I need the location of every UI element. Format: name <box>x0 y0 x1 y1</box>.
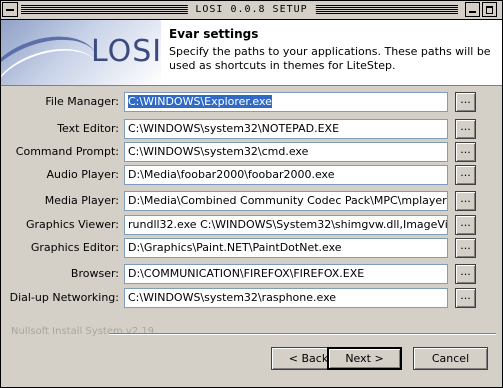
graphics-viewer-browse-button[interactable]: ... <box>455 215 476 235</box>
page-description: Specify the paths to your applications. … <box>169 45 491 72</box>
page-title: Evar settings <box>169 27 259 41</box>
text-editor-browse-button[interactable]: ... <box>455 119 476 139</box>
text-editor-input[interactable]: C:\WINDOWS\system32\NOTEPAD.EXE <box>124 119 448 139</box>
audio-player-browse-button[interactable]: ... <box>455 165 476 185</box>
installer-window: LOSI 0.0.8 SETUP LOSI Evar settings Spec… <box>0 0 503 388</box>
title-bar[interactable]: LOSI 0.0.8 SETUP <box>1 1 502 20</box>
browser-browse-button[interactable]: ... <box>455 264 476 284</box>
media-player-browse-button[interactable]: ... <box>455 191 476 211</box>
media-player-label: Media Player: <box>44 194 119 207</box>
graphics-editor-label: Graphics Editor: <box>30 241 119 254</box>
dialup-networking-label: Dial-up Networking: <box>9 291 119 304</box>
command-prompt-input[interactable]: C:\WINDOWS\system32\cmd.exe <box>124 142 448 162</box>
header-panel: LOSI Evar settings Specify the paths to … <box>1 20 502 86</box>
losi-logo: LOSI <box>1 20 161 85</box>
system-menu-button[interactable] <box>2 2 18 17</box>
graphics-editor-input[interactable]: D:\Graphics\Paint.NET\PaintDotNet.exe <box>124 238 448 258</box>
file-manager-label: File Manager: <box>45 95 119 108</box>
cancel-button[interactable]: Cancel <box>413 347 488 370</box>
graphics-viewer-input[interactable]: rundll32.exe C:\WINDOWS\System32\shimgvw… <box>124 215 448 235</box>
file-manager-input[interactable]: C:\WINDOWS\Explorer.exe <box>124 92 448 112</box>
dialup-networking-browse-button[interactable]: ... <box>455 288 476 308</box>
footer-divider <box>109 333 496 335</box>
audio-player-input[interactable]: D:\Media\foobar2000\foobar2000.exe <box>124 165 448 185</box>
media-player-input[interactable]: D:\Media\Combined Community Codec Pack\M… <box>124 191 448 211</box>
maximize-button[interactable] <box>482 2 497 17</box>
command-prompt-label: Command Prompt: <box>15 145 119 158</box>
logo-text: LOSI <box>91 34 161 69</box>
file-manager-browse-button[interactable]: ... <box>455 92 476 112</box>
audio-player-label: Audio Player: <box>46 168 119 181</box>
graphics-viewer-label: Graphics Viewer: <box>26 218 119 231</box>
browser-label: Browser: <box>70 267 119 280</box>
window-title: LOSI 0.0.8 SETUP <box>187 2 316 17</box>
next-button[interactable]: Next > <box>327 347 402 370</box>
nsis-branding-text: Nullsoft Install System v2.19 <box>11 326 155 337</box>
dialup-networking-input[interactable]: C:\WINDOWS\system32\rasphone.exe <box>124 288 448 308</box>
graphics-editor-browse-button[interactable]: ... <box>455 238 476 258</box>
command-prompt-browse-button[interactable]: ... <box>455 142 476 162</box>
text-editor-label: Text Editor: <box>57 122 119 135</box>
minimize-button[interactable] <box>465 2 480 17</box>
file-manager-value: C:\WINDOWS\Explorer.exe <box>128 95 272 108</box>
browser-input[interactable]: D:\COMMUNICATION\FIREFOX\FIREFOX.EXE <box>124 264 448 284</box>
